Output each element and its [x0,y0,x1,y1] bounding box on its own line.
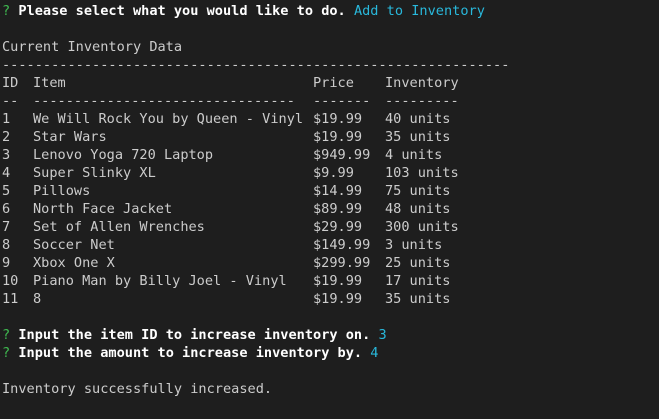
row-id: 4 [2,165,11,181]
underline-price: ------- [313,93,371,109]
row-price: $19.99 [313,273,363,289]
header-inventory: Inventory [385,75,459,91]
row-item: Set of Allen Wrenches [33,219,205,235]
underline-inventory: --------- [385,93,459,109]
row-id: 11 [2,291,19,307]
underline-item: -------------------------------- [33,93,295,109]
row-id: 5 [2,183,11,199]
row-inventory: 300 units [385,219,459,235]
section-title: Current Inventory Data [2,39,183,55]
row-price: $19.99 [313,129,363,145]
row-inventory: 35 units [385,291,451,307]
row-id: 3 [2,147,11,163]
prompt-select-answer: Add to Inventory [353,3,485,19]
prompt-select-line: ? Please select what you would like to d… [2,2,485,20]
row-price: $299.99 [313,255,371,271]
row-item: Soccer Net [33,237,115,253]
row-inventory: 40 units [385,111,451,127]
row-inventory: 35 units [385,129,451,145]
prompt-amount-answer: 4 [370,345,379,361]
row-id: 8 [2,237,11,253]
row-id: 9 [2,255,11,271]
row-item: Pillows [33,183,91,199]
section-divider: ----------------------------------------… [2,57,510,73]
prompt-amount-line: ? Input the amount to increase inventory… [2,344,378,362]
terminal-window: { "prompt_select": { "mark": "?", "quest… [0,0,659,419]
row-id: 1 [2,111,11,127]
prompt-amount-question: Input the amount to increase inventory b… [18,345,363,361]
row-id: 7 [2,219,11,235]
prompt-select-question: Please select what you would like to do. [18,3,346,19]
row-inventory: 25 units [385,255,451,271]
row-item: We Will Rock You by Queen - Vinyl [33,111,304,127]
row-price: $89.99 [313,201,363,217]
row-price: $949.99 [313,147,371,163]
row-price: $19.99 [313,111,363,127]
prompt-item-id-answer: 3 [378,327,387,343]
row-inventory: 17 units [385,273,451,289]
row-id: 6 [2,201,11,217]
row-id: 10 [2,273,19,289]
prompt-question-mark: ? [2,327,11,343]
row-item: Piano Man by Billy Joel - Vinyl [33,273,287,289]
row-inventory: 48 units [385,201,451,217]
row-item: Star Wars [33,129,107,145]
row-price: $19.99 [313,291,363,307]
header-id: ID [2,75,19,91]
prompt-question-mark: ? [2,345,11,361]
table-header-underline: -- -------------------------------- ----… [2,92,459,110]
underline-id: -- [2,93,19,109]
prompt-item-id-question: Input the item ID to increase inventory … [18,327,371,343]
row-price: $149.99 [313,237,371,253]
header-price: Price [313,75,354,91]
row-inventory: 4 units [385,147,443,163]
row-price: $14.99 [313,183,363,199]
row-item: Super Slinky XL [33,165,156,181]
row-price: $9.99 [313,165,354,181]
row-item: North Face Jacket [33,201,173,217]
row-item: 8 [33,291,42,307]
table-header-row: ID Item Price Inventory [2,74,459,92]
row-item: Lenovo Yoga 720 Laptop [33,147,214,163]
row-id: 2 [2,129,11,145]
row-inventory: 75 units [385,183,451,199]
header-item: Item [33,75,66,91]
result-message: Inventory successfully increased. [2,381,273,397]
row-price: $29.99 [313,219,363,235]
prompt-question-mark: ? [2,3,11,19]
prompt-item-id-line: ? Input the item ID to increase inventor… [2,326,387,344]
row-inventory: 3 units [385,237,443,253]
row-item: Xbox One X [33,255,115,271]
row-inventory: 103 units [385,165,459,181]
